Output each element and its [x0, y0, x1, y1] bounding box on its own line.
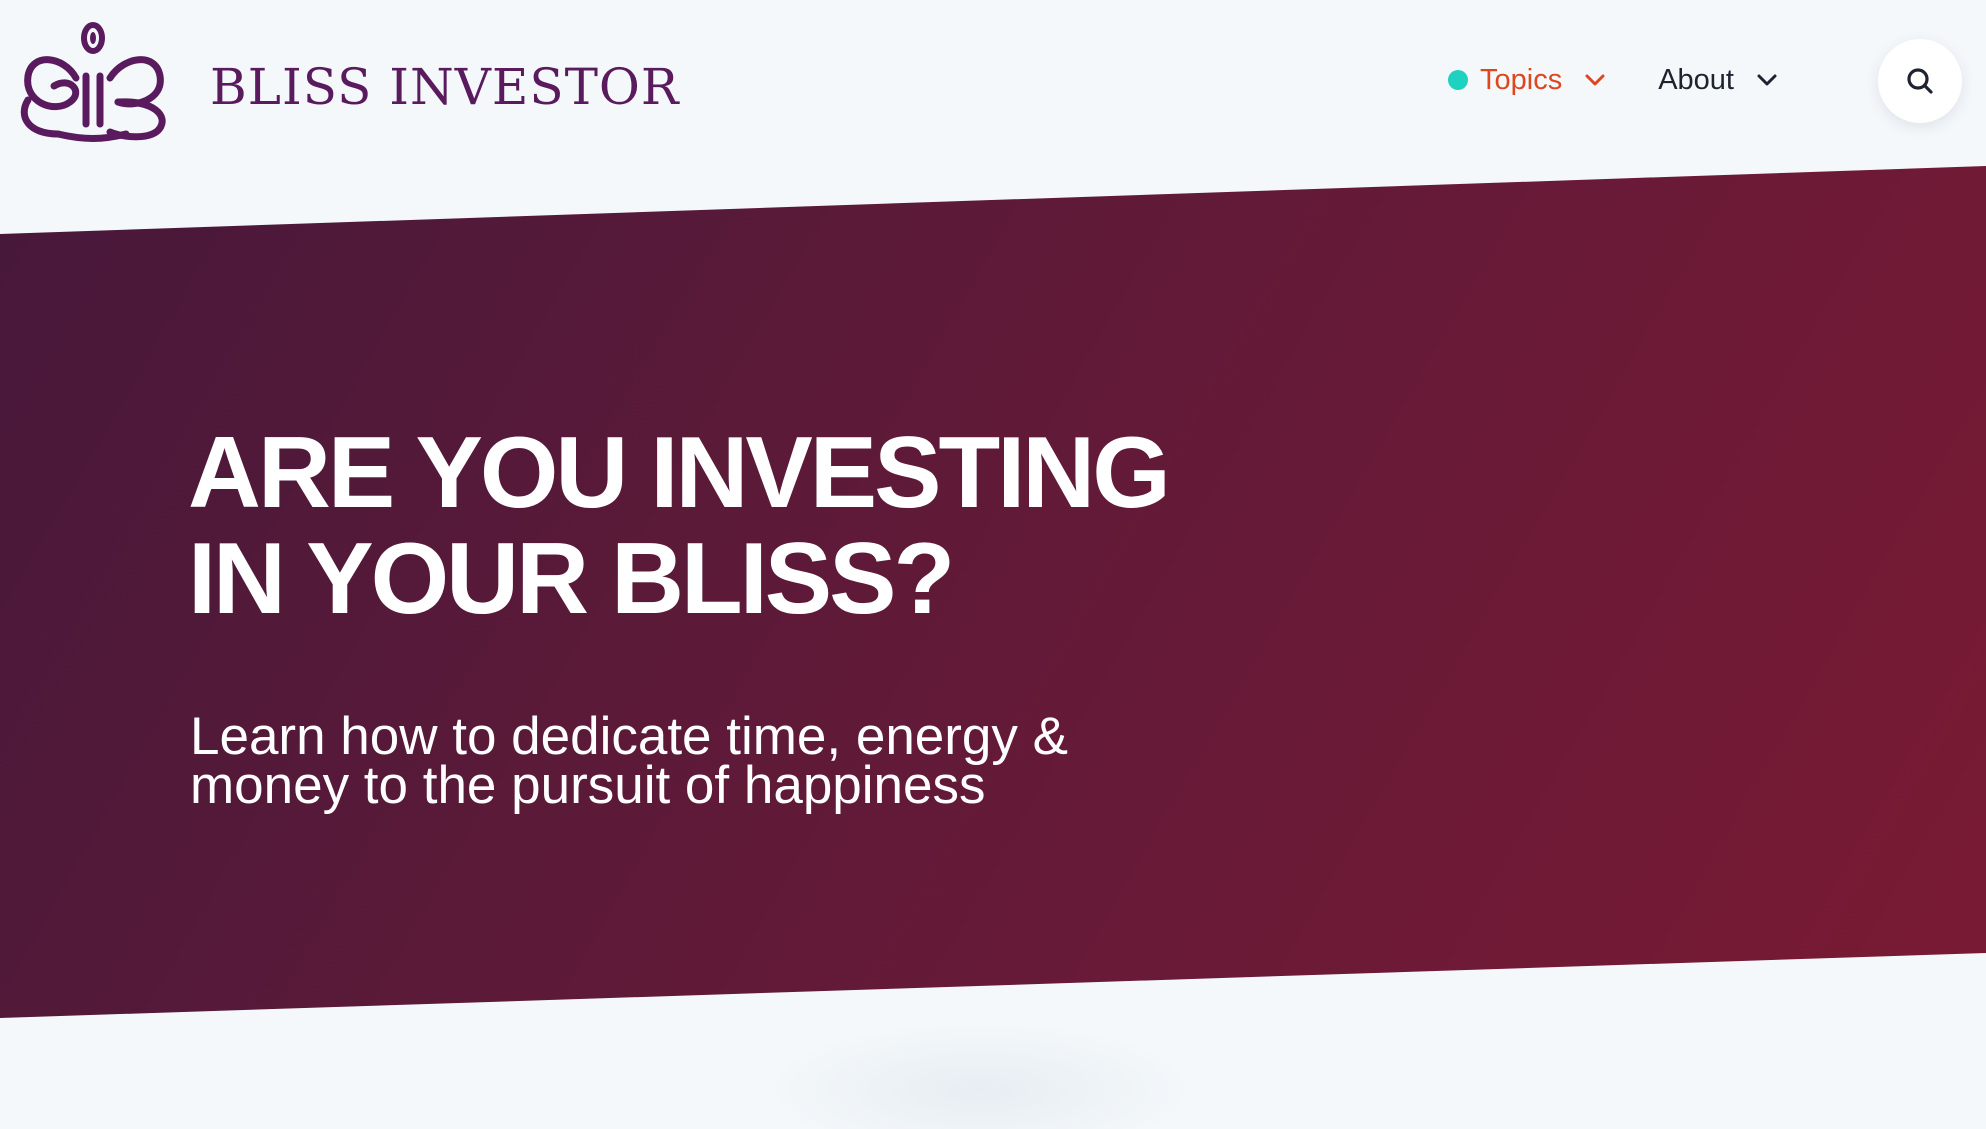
nav-item-label: Topics: [1480, 63, 1563, 96]
page: BLISS INVESTOR Topics About ARE YOU INVE…: [0, 0, 1986, 1129]
active-indicator-dot: [1448, 70, 1468, 90]
chevron-down-icon: [1585, 74, 1605, 86]
nav-item-label: About: [1658, 63, 1734, 96]
search-button[interactable]: [1878, 39, 1962, 123]
hero-subtitle-line: Learn how to dedicate time, energy &: [190, 707, 1068, 766]
brand-name: BLISS INVESTOR: [210, 58, 680, 116]
bib-monogram-icon: [20, 22, 166, 142]
decorative-glow: [760, 1020, 1200, 1129]
hero-title-line: ARE YOU INVESTING: [188, 417, 1171, 529]
hero-banner: ARE YOU INVESTING IN YOUR BLISS? Learn h…: [0, 166, 1986, 1018]
hero-subtitle: Learn how to dedicate time, energy & mon…: [190, 707, 1290, 815]
hero-title-line: IN YOUR BLISS?: [188, 523, 955, 635]
search-icon: [1907, 68, 1933, 94]
nav-item-topics[interactable]: Topics: [1448, 64, 1606, 97]
hero-title: ARE YOU INVESTING IN YOUR BLISS?: [188, 420, 1388, 632]
chevron-down-icon: [1757, 74, 1777, 86]
brand-logo-link[interactable]: BLISS INVESTOR: [14, 16, 680, 146]
site-header: BLISS INVESTOR Topics About: [0, 0, 1986, 160]
hero-subtitle-line: money to the pursuit of happiness: [190, 756, 986, 815]
main-nav: Topics About: [1448, 50, 1778, 110]
nav-item-about[interactable]: About: [1658, 64, 1778, 97]
